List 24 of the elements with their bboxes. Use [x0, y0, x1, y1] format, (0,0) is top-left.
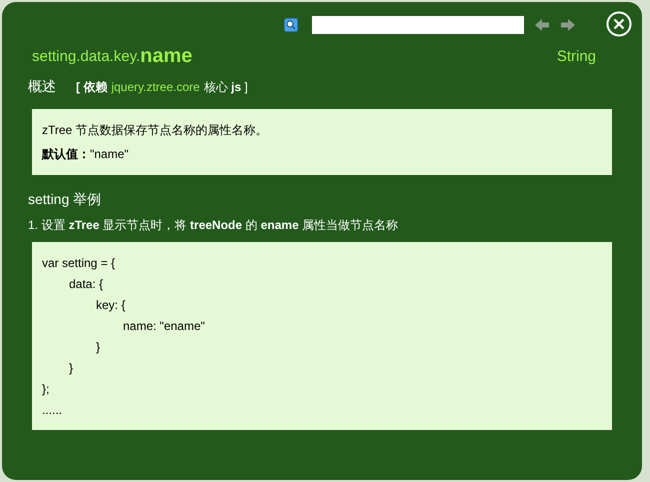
dependency-text: [ 依赖	[76, 78, 108, 96]
code-line: name: "ename"	[123, 318, 205, 334]
description-text: 默认值："name"	[42, 146, 130, 163]
arrow-right-icon[interactable]	[560, 18, 576, 32]
example-caption: 1. 设置 zTree 显示节点时，将 treeNode 的 ename 属性当做节点名称	[28, 217, 400, 234]
search-field[interactable]	[312, 16, 524, 34]
property-name: name	[140, 44, 192, 68]
search-icon[interactable]	[284, 18, 298, 32]
code-line: var setting = {	[42, 254, 116, 272]
example-title: setting 举例	[28, 190, 102, 209]
code-line: data: {	[69, 276, 104, 292]
overview-label: 概述	[28, 77, 56, 96]
code-line: key: {	[96, 296, 126, 314]
code-line: };	[42, 380, 50, 398]
dependency-link[interactable]: jquery.ztree.core	[111, 78, 200, 96]
property-path: setting.data.key.	[32, 46, 140, 66]
description-text: zTree 节点数据保存节点名称的属性名称。	[42, 122, 269, 139]
arrow-left-icon[interactable]	[534, 18, 550, 32]
property-type: String	[556, 46, 596, 66]
close-icon[interactable]	[606, 11, 632, 37]
code-line: }	[96, 338, 100, 356]
code-line: ......	[42, 402, 62, 418]
dependency-suffix: 核心 js ]	[204, 78, 248, 96]
code-line: }	[69, 360, 74, 376]
